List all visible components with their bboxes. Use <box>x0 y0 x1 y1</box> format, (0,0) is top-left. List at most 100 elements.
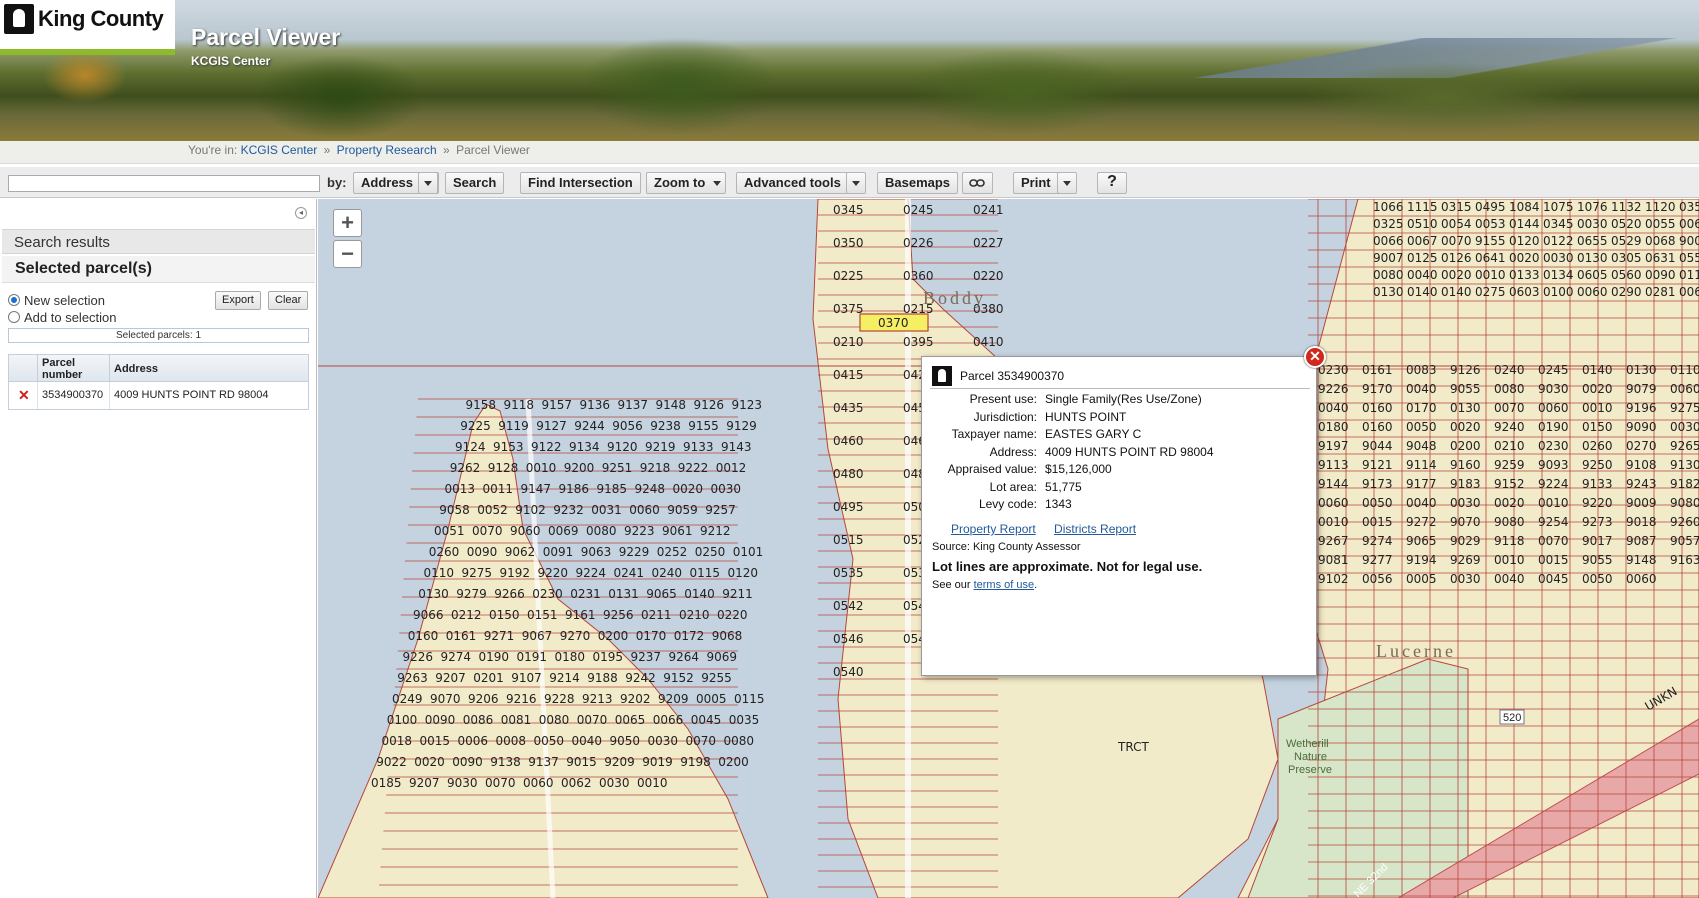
king-county-logo[interactable]: King County <box>0 0 175 55</box>
detail-row: Appraised value: $15,126,000 <box>922 462 1318 480</box>
clear-button[interactable]: Clear <box>268 291 309 310</box>
parcel-number-label: 0080 <box>539 713 570 727</box>
advanced-tools-dropdown-icon[interactable] <box>846 172 866 194</box>
parcel-number-label: 9262 <box>450 461 481 475</box>
search-input[interactable] <box>8 175 320 192</box>
parcel-number-label: 9133 <box>1582 477 1613 491</box>
parcel-number-label: 0200 <box>718 755 749 769</box>
breadcrumb-prefix: You're in: <box>188 143 238 157</box>
export-button[interactable]: Export <box>215 291 261 310</box>
terms-suffix: . <box>1034 579 1038 591</box>
parcel-number-label: 0100 <box>387 713 418 727</box>
parcel-number-label: 0067 <box>1407 234 1438 248</box>
search-by-dropdown-icon[interactable] <box>418 172 438 194</box>
breadcrumb-kcgis-center[interactable]: KCGIS Center <box>241 143 318 157</box>
new-selection-radio[interactable]: New selection <box>8 293 105 308</box>
parcel-number-label: 9126 <box>694 398 725 412</box>
parcel-number-label: 9274 <box>1362 534 1393 548</box>
parcel-number-label: 9065 <box>1406 534 1437 548</box>
parcel-number-label: 0053 <box>1475 217 1506 231</box>
grid-header-parcel[interactable]: Parcel number <box>38 355 110 381</box>
parcel-number-label: 0395 <box>903 335 934 349</box>
add-to-selection-label: Add to selection <box>24 310 117 325</box>
parcel-number-label: 9170 <box>1362 382 1393 396</box>
collapse-left-icon[interactable]: ◂ <box>295 207 307 219</box>
parcel-number-label: 0172 <box>674 629 705 643</box>
parcel-number-label: 0030 <box>1450 496 1481 510</box>
print-label: Print <box>1021 175 1051 190</box>
close-icon[interactable]: ✕ <box>1304 346 1326 368</box>
add-to-selection-radio[interactable]: Add to selection <box>8 310 117 325</box>
parcel-number-label: 9270 <box>560 629 591 643</box>
parcel-number-label: 0231 <box>570 587 601 601</box>
parcel-number-label: 0040 <box>1406 382 1437 396</box>
parcel-number-label: 0050 <box>1362 496 1393 510</box>
table-row[interactable]: ✕ 3534900370 4009 HUNTS POINT RD 98004 <box>9 382 308 409</box>
basemaps-button[interactable]: Basemaps <box>877 172 959 194</box>
breadcrumb-separator: » <box>443 143 450 157</box>
parcel-number-label: 0375 <box>833 302 864 316</box>
parcel-number-label: 0260 <box>429 545 460 559</box>
parcel-number-label: 9133 <box>683 440 714 454</box>
help-button[interactable]: ? <box>1097 172 1127 194</box>
parcel-number-label: 0161 <box>446 629 477 643</box>
parcel-number-label: 0015 <box>1538 553 1569 567</box>
find-intersection-button[interactable]: Find Intersection <box>520 172 641 194</box>
parcel-number-label: 0005 <box>1406 572 1437 586</box>
parcel-number-label: 9153 <box>493 440 524 454</box>
parcel-number-label: 0030 <box>1670 420 1699 434</box>
parcel-number-label: 9068 <box>712 629 743 643</box>
parcel-number-label: 0252 <box>657 545 688 559</box>
parcel-number-label: 0066 <box>1679 285 1699 299</box>
zoom-out-button[interactable]: − <box>333 240 362 268</box>
parcel-number-label: 9207 <box>435 671 466 685</box>
zoom-to-button[interactable]: Zoom to <box>646 172 726 194</box>
link-button[interactable] <box>962 172 993 194</box>
popup-source: Source: King County Assessor <box>932 541 1081 553</box>
parcel-number-label: 9058 <box>439 503 470 517</box>
radio-checked-icon <box>8 294 20 306</box>
parcel-number-label: 0040 <box>1407 268 1438 282</box>
parcel-number-label: 0015 <box>420 734 451 748</box>
terms-of-use-link[interactable]: terms of use <box>974 579 1035 591</box>
property-report-link[interactable]: Property Report <box>951 522 1036 536</box>
parcel-number-label: 9122 <box>531 440 562 454</box>
king-county-logo-icon <box>932 366 952 386</box>
remove-parcel-button[interactable]: ✕ <box>9 382 38 409</box>
area-label-nature: Nature <box>1294 751 1327 763</box>
advanced-tools-button[interactable]: Advanced tools <box>736 172 848 194</box>
parcel-number-label: 9209 <box>604 755 635 769</box>
parcel-number-label: 0200 <box>598 629 629 643</box>
parcel-number-label: 0655 <box>1577 234 1608 248</box>
highlighted-parcel-label: 0370 <box>878 316 909 330</box>
popup-links: Property Report Districts Report <box>951 522 1151 536</box>
selected-parcels-title: Selected parcel(s) <box>2 256 315 283</box>
parcel-number-label: 9229 <box>619 545 650 559</box>
parcel-number-label: 0010 <box>637 776 668 790</box>
parcel-number-label: 0031 <box>591 503 622 517</box>
parcel-number-label: 0150 <box>489 608 520 622</box>
parcel-number-label: 9160 <box>1450 458 1481 472</box>
print-dropdown-icon[interactable] <box>1057 172 1077 194</box>
parcel-number-label: 1066 <box>1373 200 1404 214</box>
search-button[interactable]: Search <box>445 172 505 194</box>
parcel-number-label: 9269 <box>1450 553 1481 567</box>
breadcrumb-property-research[interactable]: Property Research <box>337 143 437 157</box>
parcel-number-label: 9220 <box>1582 496 1613 510</box>
parcel-number-label: 9118 <box>1494 534 1525 548</box>
parcel-number-cell: 3534900370 <box>38 382 110 409</box>
parcel-number-label: 1132 <box>1611 200 1642 214</box>
parcel-number-label: 0230 <box>1318 363 1349 377</box>
parcel-number-label: 0080 <box>586 524 617 538</box>
zoom-in-button[interactable]: + <box>333 209 362 237</box>
districts-report-link[interactable]: Districts Report <box>1054 522 1136 536</box>
parcel-number-label: 0010 <box>1538 496 1569 510</box>
detail-row: Lot area: 51,775 <box>922 480 1318 498</box>
search-results-title[interactable]: Search results <box>2 229 315 254</box>
parcel-number-label: 9225 <box>460 419 491 433</box>
grid-header-address[interactable]: Address <box>110 355 308 381</box>
parcel-number-label: 0325 <box>1373 217 1404 231</box>
parcel-number-label: 9223 <box>624 524 655 538</box>
parcel-number-label: 9124 <box>455 440 486 454</box>
parcel-number-label: 0011 <box>483 482 514 496</box>
